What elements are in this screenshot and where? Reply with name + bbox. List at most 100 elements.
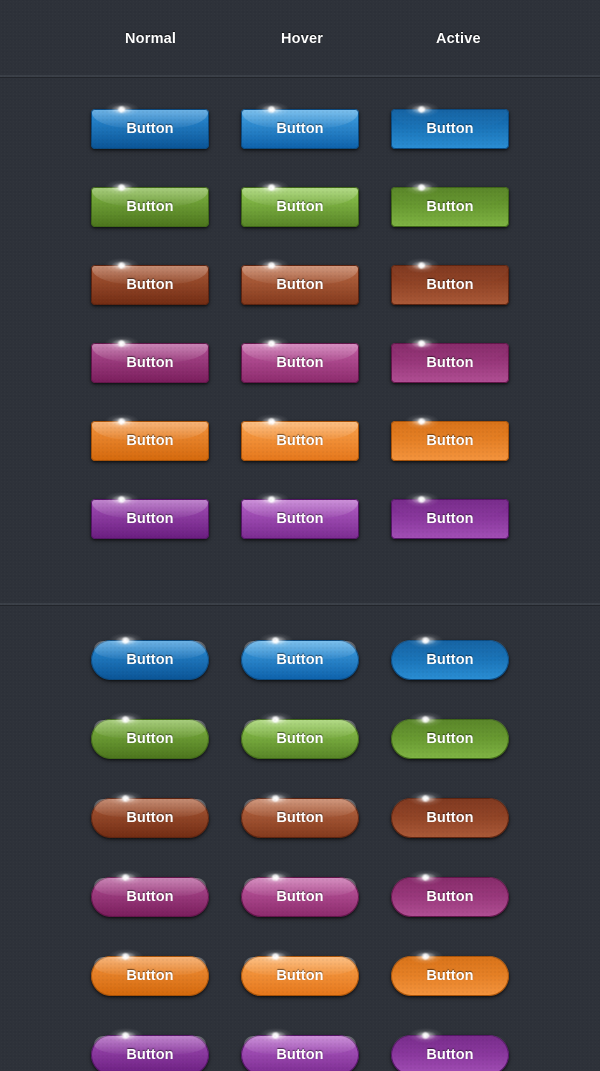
button-row-brown: Button Button Button <box>0 258 600 343</box>
button-label: Button <box>426 810 474 826</box>
button-cell: Button <box>241 492 391 539</box>
button-label: Button <box>126 433 174 449</box>
button-cell: Button <box>391 258 541 305</box>
button-label: Button <box>276 810 324 826</box>
button-row-brown: Button Button Button <box>0 791 600 877</box>
sparkle-glare-icon <box>405 102 439 117</box>
button-cell: Button <box>91 258 241 305</box>
button-cell: Button <box>241 712 391 759</box>
button-cell: Button <box>91 180 241 227</box>
button-pill-magenta-normal[interactable]: Button <box>91 870 209 917</box>
button-row-purple: Button Button Button <box>0 1028 600 1071</box>
button-row-green: Button Button Button <box>0 712 600 798</box>
button-pill-purple-active[interactable]: Button <box>391 1028 509 1071</box>
button-label: Button <box>126 277 174 293</box>
button-cell: Button <box>391 102 541 149</box>
button-row-blue: Button Button Button <box>0 633 600 719</box>
button-cell: Button <box>241 102 391 149</box>
button-rounded-rect-blue-hover[interactable]: Button <box>241 102 359 149</box>
button-label: Button <box>276 199 324 215</box>
button-cell: Button <box>391 492 541 539</box>
button-cell: Button <box>391 336 541 383</box>
button-pill-orange-active[interactable]: Button <box>391 949 509 996</box>
button-row-magenta: Button Button Button <box>0 870 600 956</box>
button-cell: Button <box>91 712 241 759</box>
button-rounded-rect-brown-active[interactable]: Button <box>391 258 509 305</box>
button-pill-purple-hover[interactable]: Button <box>241 1028 359 1071</box>
button-rounded-rect-magenta-active[interactable]: Button <box>391 336 509 383</box>
button-rounded-rect-green-hover[interactable]: Button <box>241 180 359 227</box>
button-cell: Button <box>91 633 241 680</box>
button-pill-brown-hover[interactable]: Button <box>241 791 359 838</box>
button-rounded-rect-magenta-normal[interactable]: Button <box>91 336 209 383</box>
button-cell: Button <box>241 870 391 917</box>
button-cell: Button <box>241 414 391 461</box>
button-cell: Button <box>241 949 391 996</box>
button-rounded-rect-purple-hover[interactable]: Button <box>241 492 359 539</box>
button-label: Button <box>426 731 474 747</box>
button-rounded-rect-green-normal[interactable]: Button <box>91 180 209 227</box>
column-header-hover: Hover <box>281 31 324 47</box>
sparkle-glare-icon <box>255 102 289 117</box>
button-label: Button <box>276 511 324 527</box>
section-pill-buttons: Button Button Button Button Button Button Butt… <box>0 605 600 1071</box>
button-label: Button <box>126 968 174 984</box>
button-label: Button <box>126 652 174 668</box>
button-label: Button <box>426 1047 474 1063</box>
sparkle-glare-icon <box>109 633 143 648</box>
button-pill-brown-active[interactable]: Button <box>391 791 509 838</box>
sparkle-glare-icon <box>409 633 443 648</box>
button-rounded-rect-orange-hover[interactable]: Button <box>241 414 359 461</box>
button-label: Button <box>126 889 174 905</box>
button-label: Button <box>276 731 324 747</box>
button-pill-green-normal[interactable]: Button <box>91 712 209 759</box>
button-label: Button <box>276 889 324 905</box>
sparkle-glare-icon <box>259 633 293 648</box>
button-label: Button <box>126 121 174 137</box>
button-rounded-rect-orange-normal[interactable]: Button <box>91 414 209 461</box>
button-cell: Button <box>241 258 391 305</box>
button-label: Button <box>276 652 324 668</box>
button-label: Button <box>126 810 174 826</box>
column-header-active: Active <box>436 31 481 47</box>
button-pill-magenta-hover[interactable]: Button <box>241 870 359 917</box>
button-pill-blue-active[interactable]: Button <box>391 633 509 680</box>
button-pill-green-active[interactable]: Button <box>391 712 509 759</box>
column-header-row: Normal Hover Active <box>0 0 600 75</box>
button-label: Button <box>426 968 474 984</box>
button-pill-green-hover[interactable]: Button <box>241 712 359 759</box>
button-pill-purple-normal[interactable]: Button <box>91 1028 209 1071</box>
section-rounded-rect-buttons: Button Button Button Button Button Button Butt… <box>0 77 600 603</box>
button-rounded-rect-orange-active[interactable]: Button <box>391 414 509 461</box>
button-cell: Button <box>391 414 541 461</box>
button-label: Button <box>276 1047 324 1063</box>
button-cell: Button <box>241 633 391 680</box>
button-row-green: Button Button Button <box>0 180 600 265</box>
button-rounded-rect-purple-normal[interactable]: Button <box>91 492 209 539</box>
button-rounded-rect-purple-active[interactable]: Button <box>391 492 509 539</box>
button-cell: Button <box>91 870 241 917</box>
button-pill-magenta-active[interactable]: Button <box>391 870 509 917</box>
button-showcase-page: Normal Hover Active Button Button Button Butt… <box>0 0 600 1071</box>
button-label: Button <box>426 355 474 371</box>
button-cell: Button <box>391 949 541 996</box>
button-pill-brown-normal[interactable]: Button <box>91 791 209 838</box>
sparkle-glare-icon <box>105 102 139 117</box>
button-pill-orange-hover[interactable]: Button <box>241 949 359 996</box>
button-rounded-rect-magenta-hover[interactable]: Button <box>241 336 359 383</box>
button-label: Button <box>126 355 174 371</box>
button-rounded-rect-green-active[interactable]: Button <box>391 180 509 227</box>
button-rounded-rect-brown-normal[interactable]: Button <box>91 258 209 305</box>
button-pill-blue-normal[interactable]: Button <box>91 633 209 680</box>
button-pill-orange-normal[interactable]: Button <box>91 949 209 996</box>
button-rounded-rect-brown-hover[interactable]: Button <box>241 258 359 305</box>
button-label: Button <box>426 121 474 137</box>
button-cell: Button <box>91 949 241 996</box>
button-label: Button <box>426 277 474 293</box>
button-cell: Button <box>241 336 391 383</box>
button-cell: Button <box>91 336 241 383</box>
button-cell: Button <box>91 1028 241 1071</box>
button-rounded-rect-blue-normal[interactable]: Button <box>91 102 209 149</box>
button-rounded-rect-blue-active[interactable]: Button <box>391 102 509 149</box>
button-pill-blue-hover[interactable]: Button <box>241 633 359 680</box>
